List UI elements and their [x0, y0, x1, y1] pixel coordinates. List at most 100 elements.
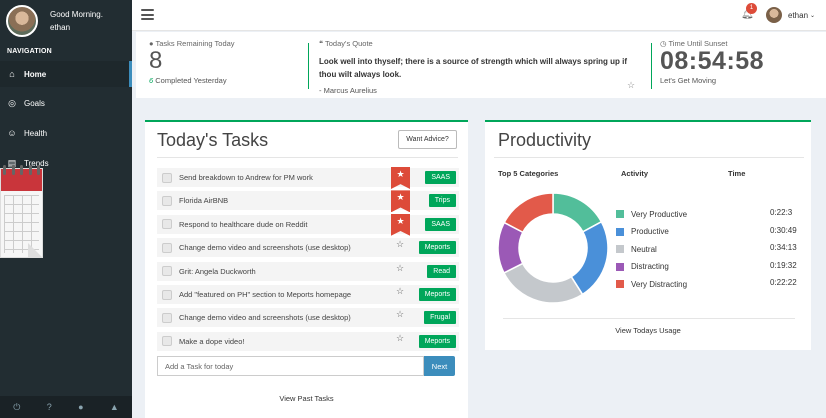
- task-tag[interactable]: SAAS: [425, 217, 456, 231]
- quote-author: - Marcus Aurelius: [319, 86, 377, 95]
- star-icon[interactable]: ☆: [396, 286, 404, 297]
- power-icon[interactable]: ⏻: [13, 402, 20, 413]
- donut-slice-neutral[interactable]: [502, 262, 584, 304]
- nav-item-home[interactable]: ⌂ Home: [0, 61, 132, 87]
- legend-swatch: [616, 262, 624, 271]
- task-tag[interactable]: Frugal: [424, 311, 456, 325]
- target-icon: ◎: [8, 97, 16, 108]
- sunset-sub: Let's Get Moving: [660, 76, 717, 85]
- nav-heading: NAVIGATION: [7, 48, 52, 55]
- star-icon[interactable]: ☆: [396, 263, 404, 274]
- help-icon[interactable]: ?: [47, 402, 52, 412]
- graduation-cap-icon[interactable]: ▲: [110, 402, 119, 412]
- donut-slice-very-distracting[interactable]: [503, 192, 554, 234]
- legend-time: 0:30:49: [770, 225, 797, 235]
- smile-icon: ☺: [7, 128, 17, 138]
- tasks-remaining-value: 8: [149, 47, 163, 74]
- star-ribbon-icon[interactable]: ★: [391, 213, 410, 236]
- star-ribbon-icon[interactable]: ★: [391, 190, 410, 213]
- legend-time: 0:22:22: [770, 278, 797, 288]
- donut-slice-productive[interactable]: [570, 220, 609, 296]
- productivity-panel: Productivity Top 5 Categories Activity T…: [485, 120, 811, 350]
- view-todays-usage-link[interactable]: View Todays Usage: [485, 326, 811, 335]
- sunset-timer: 08:54:58: [660, 47, 765, 75]
- legend-time: 0:34:13: [770, 243, 797, 253]
- task-tag[interactable]: Meports: [418, 241, 456, 255]
- task-checkbox[interactable]: [162, 289, 172, 300]
- task-tag[interactable]: Meports: [418, 334, 456, 348]
- want-advice-button[interactable]: Want Advice?: [398, 130, 457, 149]
- task-tag[interactable]: SAAS: [425, 171, 456, 184]
- tasks-remaining-stat: ● Tasks Remaining Today 8 6 Completed Ye…: [149, 39, 235, 85]
- task-tag[interactable]: Read: [427, 264, 456, 278]
- task-checkbox[interactable]: [162, 336, 172, 347]
- nav-item-health[interactable]: ☺ Health: [0, 120, 132, 146]
- star-icon[interactable]: ☆: [396, 239, 404, 250]
- user-menu[interactable]: ethan ⌄: [766, 7, 815, 23]
- divider: [308, 43, 309, 89]
- task-row[interactable]: Send breakdown to Andrew for PM work ★ SAA…: [157, 167, 459, 189]
- task-row[interactable]: Grit: Angela Duckworth ☆ Read: [157, 261, 459, 281]
- user-profile: Good Morning. ethan: [0, 0, 132, 42]
- nav-item-label: Health: [24, 128, 48, 138]
- task-row[interactable]: Change demo video and screenshots (use d…: [157, 238, 459, 258]
- task-checkbox[interactable]: [162, 172, 172, 183]
- task-row[interactable]: Change demo video and screenshots (use d…: [157, 308, 459, 328]
- task-row[interactable]: Florida AirBNB ★ Trips: [157, 190, 459, 213]
- add-task-input[interactable]: [157, 356, 424, 376]
- task-checkbox[interactable]: [162, 312, 172, 323]
- sunset-stat: ◷ Time Until Sunset 08:54:58 Let's Get M…: [660, 39, 764, 85]
- tasks-panel: Today's Tasks Want Advice? Send breakdow…: [145, 120, 468, 418]
- legend-swatch: [616, 227, 624, 236]
- stats-strip: ● Tasks Remaining Today 8 6 Completed Ye…: [136, 32, 826, 98]
- calendar-icon: [0, 165, 43, 258]
- panel-title: Productivity: [498, 130, 592, 150]
- star-icon[interactable]: ☆: [627, 80, 635, 91]
- menu-toggle-icon[interactable]: [141, 9, 154, 20]
- legend-label: Productive: [631, 227, 669, 237]
- avatar[interactable]: [6, 5, 38, 37]
- legend-label: Very Productive: [631, 209, 688, 219]
- legend-label: Neutral: [631, 244, 657, 254]
- task-row[interactable]: Add "featured on PH" section to Meports …: [157, 285, 459, 304]
- legend-swatch: [616, 245, 624, 254]
- chevron-down-icon: ⌄: [810, 12, 816, 19]
- task-text: Grit: Angela Duckworth: [179, 266, 256, 276]
- view-past-tasks-link[interactable]: View Past Tasks: [145, 394, 468, 403]
- task-text: Send breakdown to Andrew for PM work: [179, 173, 313, 182]
- header-username: ethan: [788, 10, 809, 20]
- legend-swatch: [616, 280, 624, 289]
- task-text: Change demo video and screenshots (use d…: [179, 313, 351, 323]
- nav-item-goals[interactable]: ◎ Goals: [0, 90, 132, 116]
- column-header-activity: Activity: [621, 169, 649, 178]
- task-checkbox[interactable]: [162, 195, 172, 206]
- home-icon: ⌂: [9, 69, 15, 79]
- notification-badge: 1: [746, 3, 757, 14]
- legend-item: Distracting: [616, 261, 669, 273]
- task-row[interactable]: Respond to healthcare dude on Reddit ★ SAA…: [157, 213, 459, 236]
- task-text: Respond to healthcare dude on Reddit: [179, 219, 308, 229]
- divider: [651, 43, 652, 89]
- column-header-categories: Top 5 Categories: [498, 169, 559, 178]
- task-tag[interactable]: Trips: [428, 194, 456, 208]
- task-text: Change demo video and screenshots (use d…: [179, 243, 351, 253]
- legend-item: Very Productive: [616, 208, 687, 220]
- task-tag[interactable]: Meports: [418, 288, 456, 301]
- stat-label: Tasks Remaining Today: [155, 39, 235, 48]
- task-text: Add "featured on PH" section to Meports …: [179, 290, 352, 299]
- user-icon[interactable]: ●: [78, 402, 83, 412]
- star-icon[interactable]: ☆: [396, 309, 404, 320]
- star-icon[interactable]: ☆: [396, 333, 404, 344]
- quote-stat: ❝ Today's Quote Look well into thyself; …: [319, 39, 639, 95]
- task-row[interactable]: Make a dope video! ☆ Meports: [157, 331, 459, 351]
- column-header-time: Time: [728, 169, 746, 178]
- task-checkbox[interactable]: [162, 242, 172, 253]
- star-ribbon-icon[interactable]: ★: [391, 167, 410, 189]
- task-checkbox[interactable]: [162, 266, 172, 277]
- avatar: [766, 7, 782, 23]
- task-checkbox[interactable]: [162, 219, 172, 230]
- sidebar: Good Morning. ethan NAVIGATION ⌂ Home ◎ …: [0, 0, 132, 418]
- legend-item: Very Distracting: [616, 278, 687, 290]
- nav-item-label: Home: [24, 69, 47, 79]
- next-button[interactable]: Next: [424, 356, 455, 376]
